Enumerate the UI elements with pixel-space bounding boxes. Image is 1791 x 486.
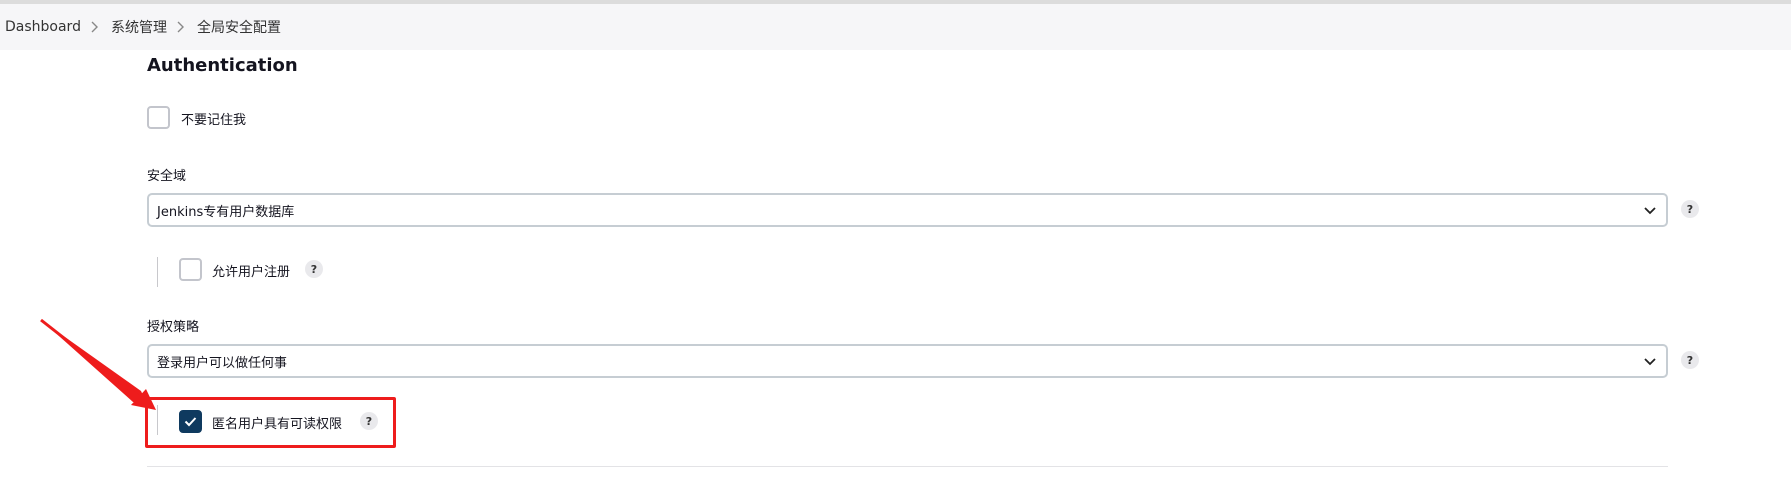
annotation-arrow-icon: [40, 318, 156, 410]
